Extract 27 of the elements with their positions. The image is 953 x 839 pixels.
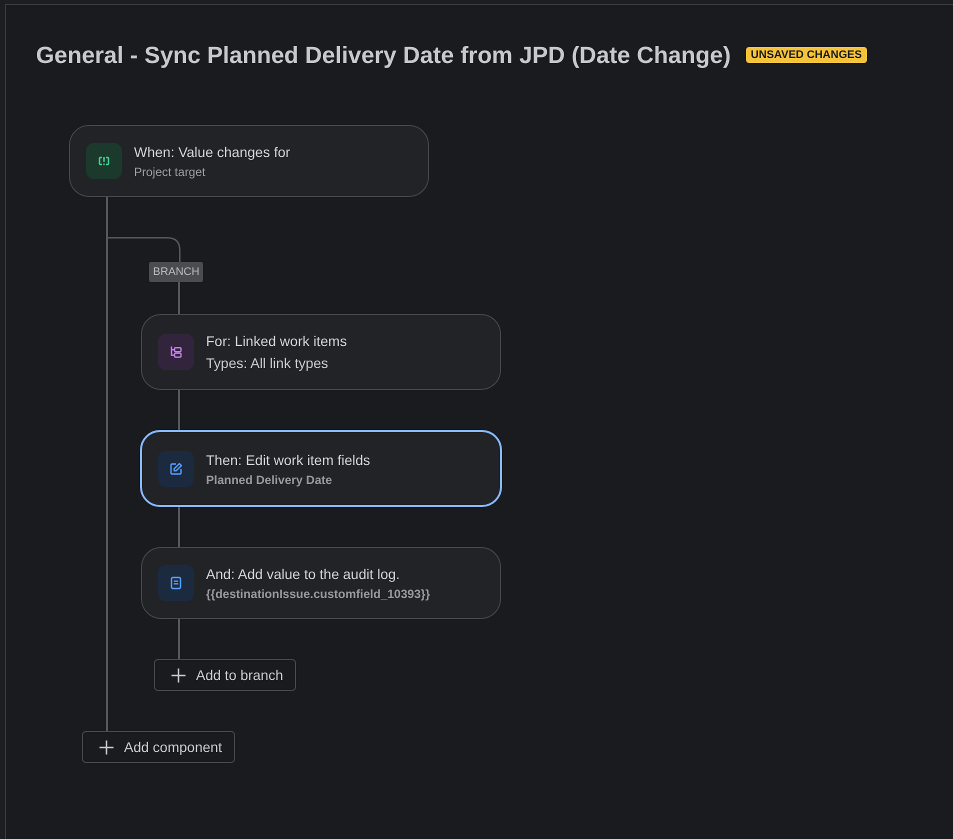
edit-icon xyxy=(158,450,194,486)
connector-line xyxy=(178,619,180,659)
add-to-branch-button[interactable]: Add to branch xyxy=(154,659,296,691)
add-component-button[interactable]: Add component xyxy=(82,731,236,763)
plus-icon xyxy=(171,668,186,682)
hierarchy-icon xyxy=(158,334,194,370)
card-title: For: Linked work items xyxy=(206,332,347,351)
card-subtitle: Types: All link types xyxy=(206,354,330,373)
branch-label: BRANCH xyxy=(149,262,204,282)
unsaved-changes-badge: UNSAVED CHANGES xyxy=(746,46,867,62)
bracket-alert-icon xyxy=(86,143,122,179)
component-card[interactable]: And: Add value to the audit log. {{destinationIssue.customfield_10393}} xyxy=(141,547,501,619)
card-title: Then: Edit work item fields xyxy=(206,450,370,470)
card-subtitle: Project target xyxy=(134,164,206,180)
connector-line xyxy=(178,507,180,547)
connector-line xyxy=(178,390,180,430)
component-card[interactable]: For: Linked work items Types: All link types xyxy=(141,314,501,390)
document-icon xyxy=(158,565,194,601)
card-subtitle: {{destinationIssue.customfield_10393}} xyxy=(206,586,430,602)
card-title: And: Add value to the audit log. xyxy=(206,565,401,584)
card-title: When: Value changes for xyxy=(134,143,290,162)
trigger-card[interactable]: When: Value changes for Project target xyxy=(69,125,429,197)
card-subtitle: Planned Delivery Date xyxy=(206,472,334,488)
component-card[interactable]: Then: Edit work item fields Planned Delivery Date xyxy=(140,430,502,507)
connector-line xyxy=(178,282,180,314)
page-title: General - Sync Planned Delivery Date from JPD (Date Change) xyxy=(36,40,731,70)
plus-icon xyxy=(99,740,114,754)
